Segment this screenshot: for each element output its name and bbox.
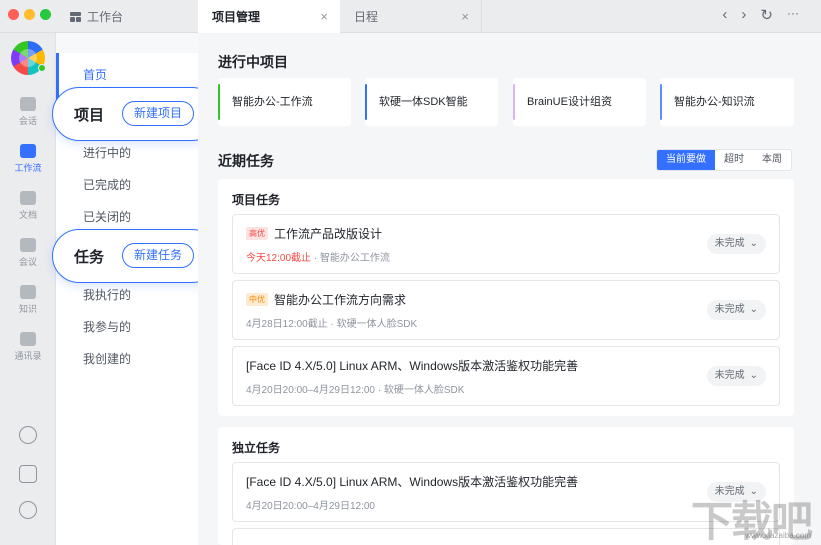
rail-item-meeting[interactable]: 会议 (0, 238, 56, 268)
close-tab-icon[interactable]: × (461, 9, 469, 24)
status-label: 未完成 (714, 238, 745, 249)
rail-item-label: 工作流 (14, 163, 42, 173)
subnav-executing[interactable]: 我执行的 (83, 286, 131, 303)
task-due: 今天12:00截止 (246, 253, 312, 264)
filter-overdue[interactable]: 超时 (715, 150, 753, 170)
project-card[interactable]: 软硬一体SDK智能 (365, 78, 498, 126)
book-icon (20, 285, 36, 299)
watermark-logo: 下载吧 www.xiazaiba.com (683, 488, 815, 545)
filter-this-week[interactable]: 本周 (753, 150, 791, 170)
tab-workbench[interactable]: 工作台 (58, 0, 198, 33)
projects-heading: 项目 (74, 107, 105, 124)
rail-item-contacts[interactable]: 通讯录 (0, 332, 56, 362)
task-row[interactable]: 中优 智能办公工作流方向需求 4月28日12:00截止 · 软硬一体人脸SDK … (232, 280, 780, 340)
doc-icon (20, 191, 36, 205)
chevron-down-icon: ⌄ (749, 370, 758, 381)
subnav-closed[interactable]: 已关闭的 (83, 208, 131, 225)
tab-schedule[interactable]: 日程 × (340, 0, 482, 33)
rail-item-label: 文档 (18, 210, 37, 220)
phone-icon[interactable] (19, 426, 37, 444)
chat-icon (20, 97, 36, 111)
back-icon[interactable]: ‹ (722, 6, 727, 24)
status-label: 未完成 (714, 370, 745, 381)
more-icon[interactable]: ··· (787, 6, 799, 24)
project-card[interactable]: 智能办公-工作流 (218, 78, 351, 126)
project-card[interactable]: 智能办公-知识流 (660, 78, 794, 126)
priority-badge: 中优 (246, 293, 268, 306)
chevron-down-icon: ⌄ (749, 304, 758, 315)
tasks-heading: 任务 (74, 249, 105, 266)
close-window-button[interactable] (8, 9, 19, 20)
minimize-window-button[interactable] (24, 9, 35, 20)
task-row[interactable]: 高优 工作流产品改版设计 今天12:00截止 · 智能办公工作流 未完成 ⌄ (232, 214, 780, 274)
subnav-home[interactable]: 首页 (83, 66, 107, 83)
task-meta: 4月20日20:00–4月29日12:00 (246, 501, 375, 512)
project-tasks-title: 项目任务 (232, 193, 281, 207)
more-circle-icon[interactable] (19, 501, 37, 519)
rail-item-workflow[interactable]: 工作流 (0, 144, 56, 174)
rail-item-docs[interactable]: 文档 (0, 191, 56, 221)
rail-item-label: 会议 (18, 257, 37, 267)
projects-section-header: 项目 新建项目 (52, 87, 219, 141)
close-tab-icon[interactable]: × (320, 9, 328, 24)
filter-current[interactable]: 当前要做 (657, 150, 715, 170)
rail-item-label: 会话 (18, 116, 37, 126)
priority-badge: 高优 (246, 227, 268, 240)
subnav-in-progress[interactable]: 进行中的 (83, 144, 131, 161)
app-rail: 会话 工作流 文档 会议 知识 通讯录 (0, 33, 56, 545)
forward-icon[interactable]: › (741, 6, 746, 24)
rail-item-label: 知识 (18, 304, 37, 314)
task-meta: · 智能办公工作流 (311, 253, 390, 264)
save-icon[interactable] (19, 465, 37, 483)
task-title: 智能办公工作流方向需求 (274, 293, 407, 307)
watermark-url: www.xiazaiba.com (745, 531, 811, 540)
status-label: 未完成 (714, 304, 745, 315)
subnav-participating[interactable]: 我参与的 (83, 318, 131, 335)
tab-project-management[interactable]: 项目管理 × (198, 0, 340, 33)
project-tasks-panel: 项目任务 高优 工作流产品改版设计 今天12:00截止 · 智能办公工作流 未完… (218, 179, 794, 416)
rail-item-label: 通讯录 (14, 351, 42, 361)
title-bar: 工作台 项目管理 × 日程 × ‹ › ↻ ··· (0, 0, 821, 33)
task-filter: 当前要做 超时 本周 (656, 149, 792, 171)
task-meta: 4月20日20:00–4月29日12:00 · 软硬一体人脸SDK (246, 385, 465, 396)
task-title: 工作流产品改版设计 (274, 227, 383, 241)
independent-tasks-title: 独立任务 (232, 441, 281, 455)
tab-project-management-label: 项目管理 (212, 10, 261, 24)
chevron-down-icon: ⌄ (749, 238, 758, 249)
tab-workbench-label: 工作台 (87, 10, 124, 24)
zoom-window-button[interactable] (40, 9, 51, 20)
recent-tasks-title: 近期任务 (218, 153, 274, 169)
new-task-button[interactable]: 新建任务 (122, 243, 195, 268)
workflow-icon (20, 144, 36, 158)
rail-item-knowledge[interactable]: 知识 (0, 285, 56, 315)
workbench-icon (70, 11, 81, 22)
project-card[interactable]: BrainUE设计组资 (513, 78, 646, 126)
main-content: 进行中项目 智能办公-工作流 软硬一体SDK智能 BrainUE设计组资 智能办… (198, 33, 821, 545)
task-title: [Face ID 4.X/5.0] Linux ARM、Windows版本激活鉴… (246, 475, 579, 489)
subnav-created[interactable]: 我创建的 (83, 350, 131, 367)
task-title: [Face ID 4.X/5.0] Linux ARM、Windows版本激活鉴… (246, 359, 579, 373)
tasks-section-header: 任务 新建任务 (52, 229, 219, 283)
status-dropdown[interactable]: 未完成 ⌄ (706, 366, 766, 386)
status-dropdown[interactable]: 未完成 ⌄ (706, 234, 766, 254)
status-dropdown[interactable]: 未完成 ⌄ (706, 300, 766, 320)
ongoing-projects-title: 进行中项目 (218, 54, 288, 70)
contacts-icon (20, 332, 36, 346)
video-icon (20, 238, 36, 252)
refresh-icon[interactable]: ↻ (760, 6, 773, 24)
task-row[interactable]: [Face ID 4.X/5.0] Linux ARM、Windows版本激活鉴… (232, 346, 780, 406)
task-meta: 4月28日12:00截止 · 软硬一体人脸SDK (246, 319, 418, 330)
tab-schedule-label: 日程 (354, 10, 379, 24)
subnav-completed[interactable]: 已完成的 (83, 176, 131, 193)
online-status-dot (38, 64, 46, 72)
rail-item-chat[interactable]: 会话 (0, 97, 56, 127)
new-project-button[interactable]: 新建项目 (122, 101, 195, 126)
